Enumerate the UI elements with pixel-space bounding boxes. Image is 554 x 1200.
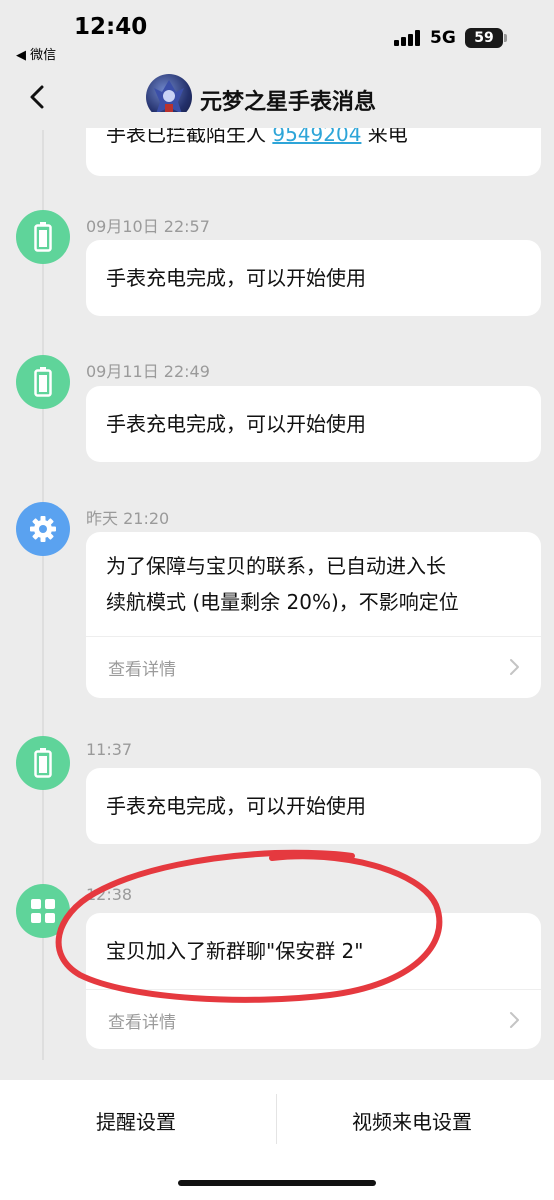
battery-icon <box>16 736 70 790</box>
battery-indicator: 59 <box>465 28 507 48</box>
message-timestamp: 昨天 21:20 <box>86 509 170 528</box>
grid-icon <box>16 884 70 938</box>
message-text: 手表充电完成，可以开始使用 <box>106 266 366 290</box>
view-details-label: 查看详情 <box>108 660 176 680</box>
scroll-mask <box>86 112 541 128</box>
reminder-settings-button[interactable]: 提醒设置 <box>96 1106 176 1135</box>
view-details-label: 查看详情 <box>108 1013 176 1033</box>
back-to-app-link[interactable]: ◀ 微信 <box>16 44 56 63</box>
message-timestamp: 11:37 <box>86 740 133 759</box>
message-text: 宝贝加入了新群聊"保安群 2" <box>106 939 364 963</box>
battery-icon <box>16 210 70 264</box>
message-text: 手表充电完成，可以开始使用 <box>106 412 366 436</box>
battery-icon <box>16 355 70 409</box>
message-timestamp: 09月11日 22:49 <box>86 362 210 381</box>
back-arrow-icon[interactable] <box>24 82 54 112</box>
home-indicator[interactable] <box>178 1180 376 1186</box>
view-details-row[interactable]: 查看详情 <box>86 637 541 697</box>
network-type: 5G <box>430 28 456 48</box>
message-text: 手表充电完成，可以开始使用 <box>106 794 366 818</box>
toolbar-divider <box>276 1094 277 1144</box>
message-card[interactable]: 宝贝加入了新群聊"保安群 2" 查看详情 <box>86 913 541 1049</box>
gear-icon <box>16 502 70 556</box>
message-timestamp: 09月10日 22:57 <box>86 217 210 236</box>
view-details-row[interactable]: 查看详情 <box>86 990 541 1049</box>
message-text: 为了保障与宝贝的联系，已自动进入长 续航模式 (电量剩余 20%)，不影响定位 <box>106 554 459 614</box>
chevron-right-icon <box>510 1012 519 1028</box>
status-bar: 12:40 ◀ 微信 5G 59 <box>0 0 554 70</box>
video-call-settings-button[interactable]: 视频来电设置 <box>352 1106 472 1135</box>
signal-icon <box>394 30 422 46</box>
message-timestamp: 12:38 <box>86 885 133 904</box>
message-card[interactable]: 手表充电完成，可以开始使用 <box>86 768 541 844</box>
message-card[interactable]: 手表充电完成，可以开始使用 <box>86 240 541 316</box>
chevron-right-icon <box>510 659 519 675</box>
message-card[interactable]: 为了保障与宝贝的联系，已自动进入长 续航模式 (电量剩余 20%)，不影响定位 … <box>86 532 541 698</box>
message-card[interactable]: 手表充电完成，可以开始使用 <box>86 386 541 462</box>
clock: 12:40 <box>74 14 148 40</box>
